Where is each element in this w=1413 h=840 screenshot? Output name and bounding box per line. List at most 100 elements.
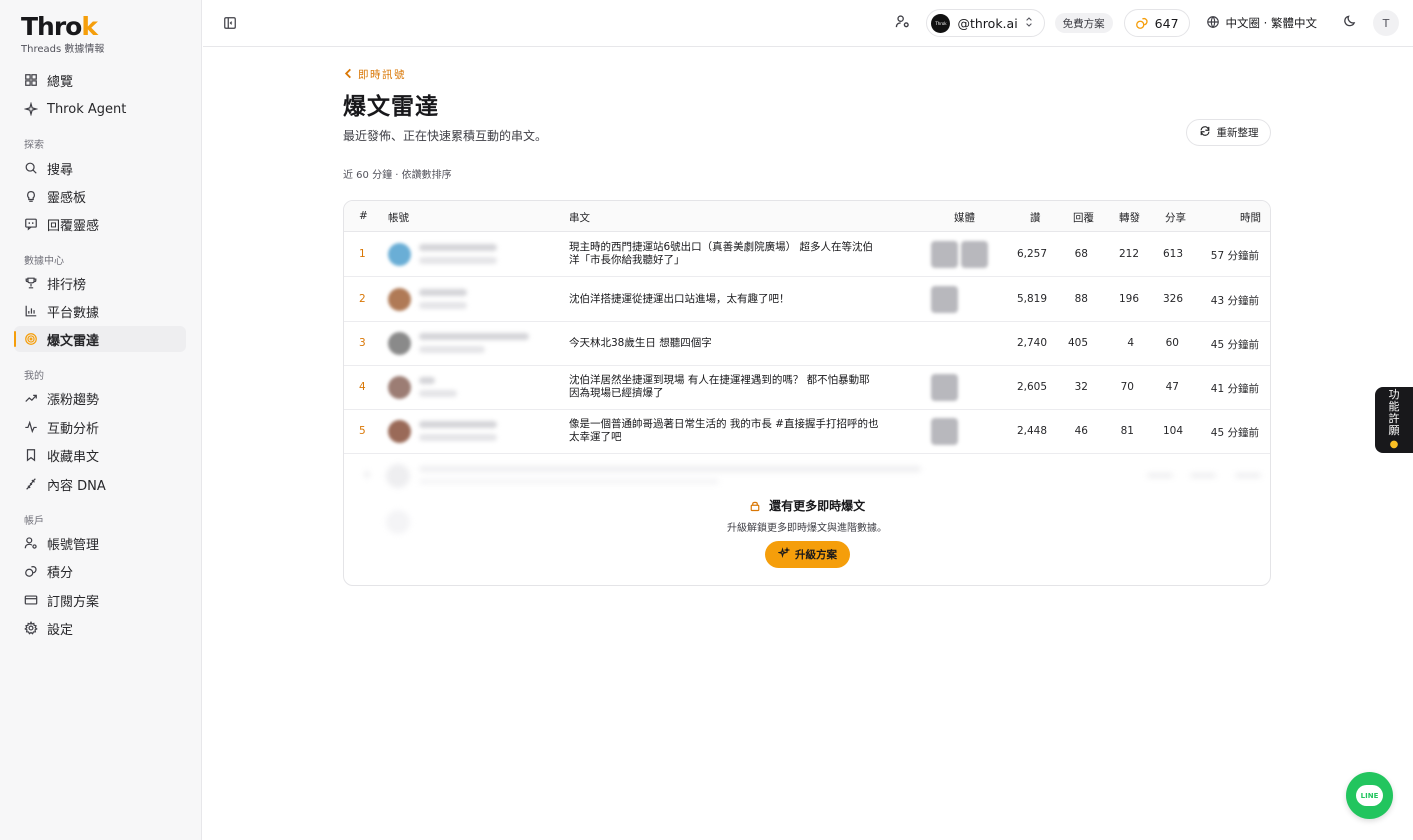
- placeholder-number: [1147, 473, 1173, 478]
- radar-icon: [24, 332, 38, 346]
- placeholder-text: [419, 479, 719, 484]
- sidebar-item-label: 收藏串文: [47, 449, 100, 465]
- sidebar-item-label: 內容 DNA: [47, 478, 106, 494]
- sidebar-item-points[interactable]: 積分: [14, 558, 186, 584]
- post-text[interactable]: 像是一個普通帥哥過著日常生活的 我的市長 #直接握手打招呼的也太幸運了吧: [569, 418, 881, 444]
- sidebar-item-follower-trend[interactable]: 漲粉趨勢: [14, 385, 186, 411]
- search-icon: [24, 161, 38, 175]
- media-thumbnail[interactable]: [931, 418, 958, 445]
- row-rank: 2: [359, 293, 366, 305]
- dna-icon: [24, 477, 38, 491]
- sidebar-toggle-icon[interactable]: [223, 15, 239, 31]
- table-row[interactable]: 1 現主時的西門捷運站6號出口（真善美劇院廣場） 超多人在等沈伯洋「市長你給我聽…: [344, 232, 1270, 277]
- sidebar-item-agent[interactable]: Throk Agent: [14, 96, 186, 122]
- line-chat-button[interactable]: LINE: [1346, 772, 1393, 819]
- points-button[interactable]: 647: [1123, 9, 1190, 37]
- table-row[interactable]: 3 今天林北38歲生日 想聽四個字 2,740 405 4 60 45 分鐘前: [344, 322, 1270, 366]
- account-avatar[interactable]: [388, 332, 411, 355]
- posted-time: 45 分鐘前: [1210, 339, 1259, 351]
- refresh-label: 重新整理: [1216, 127, 1259, 139]
- upgrade-button[interactable]: 升級方案: [765, 541, 850, 568]
- coins-icon: [1135, 16, 1149, 30]
- media-thumbnail[interactable]: [961, 241, 988, 268]
- sidebar-item-search[interactable]: 搜尋: [14, 155, 186, 181]
- posted-time: 43 分鐘前: [1210, 295, 1259, 307]
- sparkles-icon: [777, 546, 795, 562]
- sidebar-item-inspiration[interactable]: 靈感板: [14, 183, 186, 209]
- sidebar-item-overview[interactable]: 總覽: [14, 67, 186, 93]
- locked-more-posts: 還有更多即時爆文 升級解鎖更多即時爆文與進階數據。 升級方案: [344, 454, 1270, 585]
- sidebar-item-label: 回覆靈感: [47, 218, 100, 234]
- sidebar-item-label: 互動分析: [47, 421, 100, 437]
- header-media: 媒體: [954, 212, 975, 224]
- user-avatar[interactable]: T: [1373, 10, 1399, 36]
- sidebar-item-engagement[interactable]: 互動分析: [14, 414, 186, 440]
- media-thumbnail[interactable]: [931, 286, 958, 313]
- shares-count: 60: [1165, 337, 1179, 349]
- post-text[interactable]: 今天林北38歲生日 想聽四個字: [569, 337, 881, 350]
- table-row[interactable]: 4 沈伯洋居然坐捷運到現場 有人在捷運裡遇到的嗎？ 都不怕暴動耶 因為現場已經擠…: [344, 366, 1270, 410]
- account-avatar[interactable]: [388, 376, 411, 399]
- brand[interactable]: Throk Threads 數據情報: [21, 13, 104, 56]
- post-text[interactable]: 沈伯洋居然坐捷運到現場 有人在捷運裡遇到的嗎？ 都不怕暴動耶 因為現場已經擠爆了: [569, 374, 881, 400]
- sidebar-item-reply-ideas[interactable]: 回覆靈感: [14, 211, 186, 237]
- sidebar-item-viral-radar[interactable]: 爆文雷達: [14, 326, 186, 352]
- back-link[interactable]: 即時訊號: [343, 67, 406, 82]
- posted-time: 41 分鐘前: [1210, 383, 1259, 395]
- posted-time: 45 分鐘前: [1210, 427, 1259, 439]
- sidebar-item-saved-posts[interactable]: 收藏串文: [14, 442, 186, 468]
- grid-icon: [24, 73, 38, 87]
- coins-icon: [24, 564, 38, 578]
- globe-icon: [1206, 15, 1226, 32]
- table-row[interactable]: 2 沈伯洋搭捷運從捷運出口站進場，太有趣了吧！ 5,819 88 196 326…: [344, 277, 1270, 322]
- section-account: 帳戶: [24, 516, 44, 527]
- table-row[interactable]: 5 像是一個普通帥哥過著日常生活的 我的市長 #直接握手打招呼的也太幸運了吧 2…: [344, 410, 1270, 454]
- reposts-count: 212: [1118, 248, 1139, 260]
- sidebar-item-subscription[interactable]: 訂閱方案: [14, 587, 186, 613]
- feature-request-label: 功能許願: [1388, 388, 1400, 437]
- sidebar-item-leaderboard[interactable]: 排行榜: [14, 270, 186, 296]
- media-thumbnail[interactable]: [931, 241, 958, 268]
- user-cog-icon: [24, 536, 38, 550]
- sidebar-item-label: 靈感板: [47, 190, 87, 206]
- feature-request-tab[interactable]: 功能許願 ●: [1375, 387, 1413, 453]
- account-selector[interactable]: Throk @throk.ai: [926, 9, 1045, 37]
- table-header: # 帳號 串文 媒體 讚 回覆 轉發 分享 時間: [344, 201, 1270, 232]
- back-link-label: 即時訊號: [358, 69, 406, 81]
- likes-count: 5,819: [1016, 293, 1047, 305]
- account-avatar[interactable]: [388, 420, 411, 443]
- account-handle-blurred: [419, 390, 457, 397]
- plan-badge[interactable]: 免費方案: [1054, 13, 1113, 33]
- filter-note: 近 60 分鐘 · 依讚數排序: [343, 170, 452, 181]
- lightbulb-icon: [24, 189, 38, 203]
- section-mine: 我的: [24, 371, 44, 382]
- reply-icon: [24, 217, 38, 231]
- row-rank: 4: [359, 381, 366, 393]
- activity-icon: [24, 420, 38, 434]
- sidebar-item-label: 帳號管理: [47, 537, 100, 553]
- theme-toggle-button[interactable]: [1335, 9, 1363, 37]
- upgrade-button-label: 升級方案: [795, 549, 837, 561]
- media-thumbnail[interactable]: [931, 374, 958, 401]
- reposts-count: 81: [1120, 425, 1134, 437]
- header-post: 串文: [569, 212, 590, 224]
- account-avatar[interactable]: [388, 288, 411, 311]
- likes-count: 2,740: [1016, 337, 1047, 349]
- switch-account-button[interactable]: [888, 9, 916, 37]
- section-explore: 探索: [24, 140, 44, 151]
- sidebar-item-settings[interactable]: 設定: [14, 615, 186, 641]
- post-text[interactable]: 沈伯洋搭捷運從捷運出口站進場，太有趣了吧！: [569, 293, 881, 306]
- placeholder-number: [1235, 473, 1261, 478]
- trophy-icon: [24, 276, 38, 290]
- sidebar-item-label: Throk Agent: [47, 101, 127, 117]
- replies-count: 405: [1067, 337, 1088, 349]
- sidebar: Throk Threads 數據情報 總覽 Throk Agent 探索 搜尋 …: [0, 0, 202, 840]
- sidebar-item-platform-data[interactable]: 平台數據: [14, 298, 186, 324]
- account-avatar[interactable]: [388, 243, 411, 266]
- post-text[interactable]: 現主時的西門捷運站6號出口（真善美劇院廣場） 超多人在等沈伯洋「市長你給我聽好了…: [569, 241, 881, 267]
- reposts-count: 4: [1127, 337, 1134, 349]
- refresh-button[interactable]: 重新整理: [1186, 119, 1271, 146]
- sidebar-item-account-management[interactable]: 帳號管理: [14, 530, 186, 556]
- language-selector[interactable]: 中文圈 · 繁體中文: [1206, 15, 1317, 32]
- sidebar-item-content-dna[interactable]: 內容 DNA: [14, 471, 186, 497]
